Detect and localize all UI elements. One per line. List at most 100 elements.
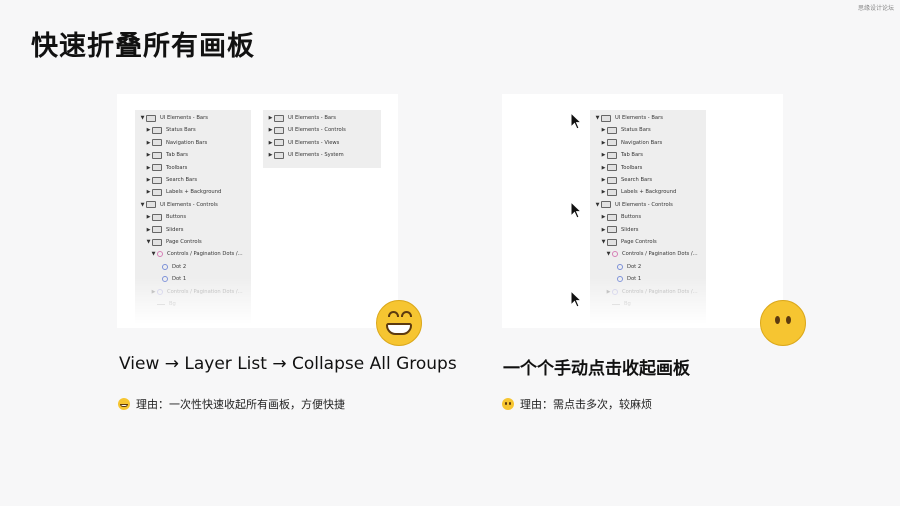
layer-label: Dot 2 (172, 263, 187, 270)
folder-icon (607, 126, 617, 134)
disclosure-right-icon[interactable]: ▶ (145, 214, 152, 220)
layer-row[interactable]: ▶ UI Elements - Controls (263, 124, 346, 136)
disclosure-right-icon[interactable]: ▶ (145, 189, 152, 195)
layer-row[interactable]: ▶ Buttons (590, 211, 641, 223)
layer-row[interactable]: ▼ UI Elements - Bars (135, 112, 208, 124)
disclosure-right-icon[interactable]: ▶ (267, 127, 274, 133)
layer-row[interactable]: ▼ Controls / Pagination Dots /... (590, 248, 698, 260)
layer-row[interactable]: ▶ Toolbars (590, 162, 642, 174)
layer-label: UI Elements - Views (288, 139, 340, 146)
layer-row[interactable]: Dot 1 (135, 273, 186, 285)
layer-row[interactable]: ▶ Controls / Pagination Dots /... (590, 286, 698, 298)
folder-icon (152, 238, 162, 246)
disclosure-right-icon[interactable]: ▶ (600, 140, 607, 146)
symbol-icon (612, 251, 618, 258)
disclosure-right-icon[interactable]: ▶ (600, 165, 607, 171)
layer-row[interactable]: ▶ Toolbars (135, 162, 187, 174)
layer-row[interactable]: ▶ Status Bars (135, 124, 196, 136)
disclosure-right-icon[interactable]: ▶ (145, 152, 152, 158)
layer-label: Controls / Pagination Dots /... (167, 288, 243, 295)
layer-label: UI Elements - Controls (615, 201, 673, 208)
folder-icon (607, 188, 617, 196)
layer-label: Tab Bars (621, 152, 644, 159)
disclosure-right-icon[interactable]: ▶ (600, 214, 607, 220)
symbol-icon (157, 288, 163, 295)
disclosure-down-icon[interactable]: ▼ (150, 251, 157, 257)
right-reason-text: 理由：需点击多次，较麻烦 (520, 398, 652, 411)
disclosure-down-icon[interactable]: ▼ (139, 115, 146, 121)
layer-row[interactable]: ▶ Status Bars (590, 124, 651, 136)
layer-row[interactable]: ▶ Buttons (135, 211, 186, 223)
layer-row[interactable]: ▶ Labels + Background (590, 186, 676, 198)
layer-row[interactable]: ▶ Search Bars (590, 174, 652, 186)
layer-label: Dot 1 (627, 276, 642, 283)
layer-row[interactable]: ▶ Navigation Bars (135, 137, 207, 149)
disclosure-down-icon[interactable]: ▼ (145, 239, 152, 245)
layer-row[interactable]: ▶ UI Elements - Bars (263, 112, 336, 124)
folder-icon (607, 238, 617, 246)
cursor-icon (570, 201, 582, 219)
disclosure-right-icon[interactable]: ▶ (267, 115, 274, 121)
left-demo-card: ▼ UI Elements - Bars ▶ Status Bars ▶ Navigati… (117, 94, 398, 328)
disclosure-right-icon[interactable]: ▶ (600, 189, 607, 195)
disclosure-right-icon[interactable]: ▶ (145, 127, 152, 133)
left-caption: View → Layer List → Collapse All Groups (119, 354, 457, 374)
layer-row[interactable]: Bg (590, 298, 631, 310)
layer-row[interactable]: ▼ Page Controls (590, 236, 657, 248)
disclosure-right-icon[interactable]: ▶ (600, 127, 607, 133)
layer-label: Search Bars (166, 177, 198, 183)
layer-row[interactable]: ▼ UI Elements - Bars (590, 112, 663, 124)
layer-row[interactable]: ▶ UI Elements - Views (263, 137, 339, 149)
layer-row[interactable]: ▼ UI Elements - Controls (135, 199, 218, 211)
layer-row[interactable]: ▶ Sliders (590, 224, 639, 236)
layer-row[interactable]: Dot 2 (135, 261, 186, 273)
folder-icon (152, 226, 162, 234)
disclosure-right-icon[interactable]: ▶ (600, 227, 607, 233)
layer-row[interactable]: ▶ Search Bars (135, 174, 197, 186)
layer-row[interactable]: ▼ Controls / Pagination Dots /... (135, 248, 243, 260)
folder-icon (152, 139, 162, 147)
disclosure-down-icon[interactable]: ▼ (600, 239, 607, 245)
disclosure-right-icon[interactable]: ▶ (145, 140, 152, 146)
layer-row[interactable]: ▼ UI Elements - Controls (590, 199, 673, 211)
folder-icon (274, 126, 284, 134)
disclosure-right-icon[interactable]: ▶ (145, 165, 152, 171)
layer-label: Sliders (166, 226, 184, 233)
layer-row[interactable]: ▼ Page Controls (135, 236, 202, 248)
folder-icon (607, 151, 617, 159)
layer-row[interactable]: Bg (135, 298, 176, 310)
layer-row[interactable]: ▶ Tab Bars (135, 149, 188, 161)
symbol-icon (162, 263, 168, 270)
disclosure-right-icon[interactable]: ▶ (267, 140, 274, 146)
right-reason: 理由：需点击多次，较麻烦 (502, 396, 652, 412)
cursor-icon (570, 290, 582, 308)
folder-icon (607, 139, 617, 147)
layer-row[interactable]: ▶ Controls / Pagination Dots /... (135, 286, 243, 298)
layer-label: UI Elements - Controls (288, 127, 346, 134)
disclosure-right-icon[interactable]: ▶ (145, 177, 152, 183)
disclosure-down-icon[interactable]: ▼ (594, 115, 601, 121)
disclosure-right-icon[interactable]: ▶ (267, 152, 274, 158)
disclosure-down-icon[interactable]: ▼ (139, 202, 146, 208)
disclosure-down-icon[interactable]: ▼ (605, 251, 612, 257)
layer-row[interactable]: ▶ Tab Bars (590, 149, 643, 161)
layer-label: Page Controls (166, 239, 202, 245)
disclosure-right-icon[interactable]: ▶ (150, 289, 157, 295)
symbol-icon (162, 276, 168, 283)
disclosure-right-icon[interactable]: ▶ (600, 152, 607, 158)
layer-row[interactable]: ▶ Labels + Background (135, 186, 221, 198)
layer-label: UI Elements - System (288, 152, 344, 159)
layer-row[interactable]: ▶ UI Elements - System (263, 149, 344, 161)
layer-label: Sliders (621, 226, 639, 233)
right-caption: 一个个手动点击收起画板 (503, 359, 690, 379)
disclosure-right-icon[interactable]: ▶ (145, 227, 152, 233)
disclosure-down-icon[interactable]: ▼ (594, 202, 601, 208)
layer-row[interactable]: ▶ Sliders (135, 224, 184, 236)
layer-row[interactable]: ▶ Navigation Bars (590, 137, 662, 149)
disclosure-right-icon[interactable]: ▶ (600, 177, 607, 183)
layer-label: Controls / Pagination Dots /... (167, 251, 243, 258)
layer-row[interactable]: Dot 1 (590, 273, 641, 285)
disclosure-right-icon[interactable]: ▶ (605, 289, 612, 295)
layer-row[interactable]: Dot 2 (590, 261, 641, 273)
folder-icon (152, 126, 162, 134)
